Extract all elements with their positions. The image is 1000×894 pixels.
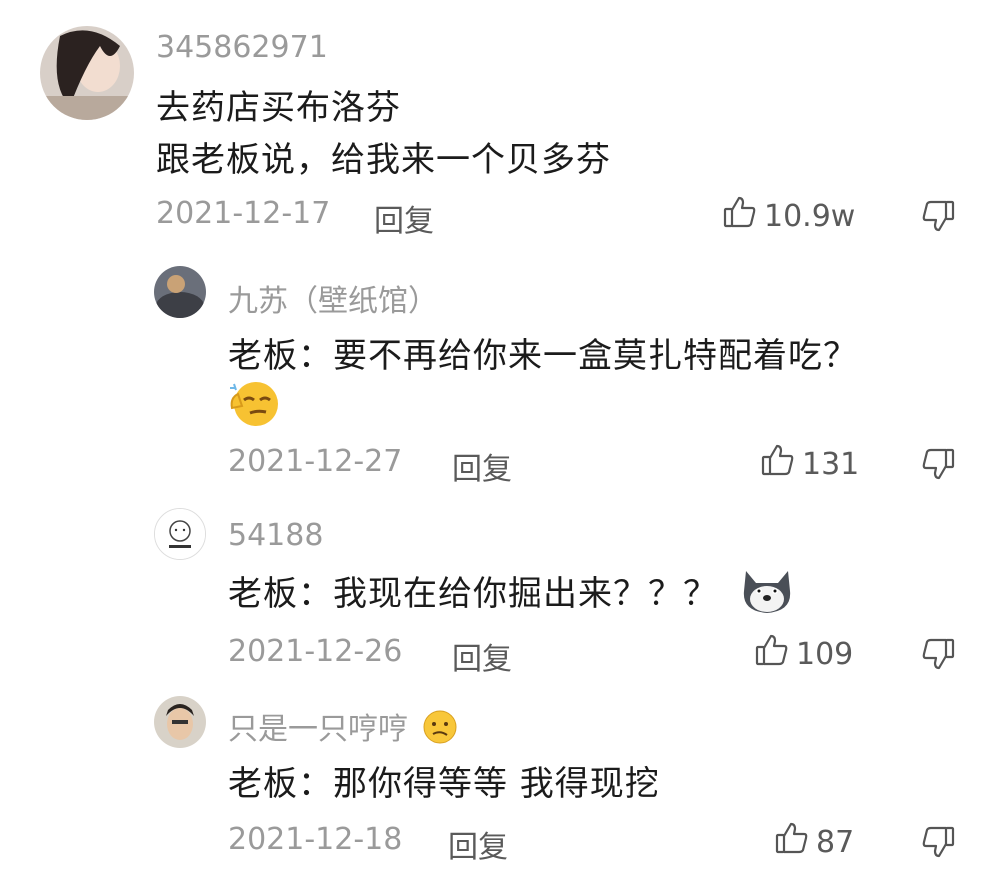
like-button[interactable]: 131	[760, 442, 859, 486]
comment-date: 2021-12-17	[156, 196, 331, 231]
comment-text: 去药店买布洛芬	[156, 88, 401, 128]
thumbs-down-icon	[920, 200, 956, 238]
comment-text: 老板：要不再给你来一盒莫扎特配着吃？	[228, 336, 858, 376]
username[interactable]: 只是一只哼哼	[228, 704, 458, 753]
username[interactable]: 54188	[228, 518, 323, 553]
username-text: 只是一只哼哼	[228, 712, 408, 747]
avatar[interactable]	[154, 266, 206, 318]
comment-item: 345862971 去药店买布洛芬 跟老板说，给我来一个贝多芬 2021-12-…	[0, 0, 1000, 250]
reply-item: 只是一只哼哼 老板：那你得等等 我得现挖 2021-12-18 回复 87	[0, 690, 1000, 894]
reply-button[interactable]: 回复	[448, 822, 508, 866]
like-count: 131	[802, 446, 860, 482]
confused-emoji	[422, 709, 458, 753]
like-button[interactable]: 10.9w	[722, 194, 855, 238]
thumbs-down-icon	[920, 448, 956, 486]
reply-button[interactable]: 回复	[374, 196, 434, 240]
thumbs-up-icon	[774, 820, 810, 864]
dislike-button[interactable]	[920, 446, 956, 486]
comment-text-body: 老板：我现在给你掘出来？？？	[228, 574, 718, 614]
like-button[interactable]: 87	[774, 820, 854, 864]
comment-date: 2021-12-18	[228, 822, 403, 857]
thumbs-down-icon	[920, 638, 956, 676]
thumbs-up-icon	[754, 632, 790, 676]
dislike-button[interactable]	[920, 636, 956, 676]
reply-item: 54188 老板：我现在给你掘出来？？？ 2021-12-26 回复 109	[0, 500, 1000, 690]
comment-text: 老板：那你得等等 我得现挖	[228, 764, 660, 804]
like-button[interactable]: 109	[754, 632, 853, 676]
comment-date: 2021-12-27	[228, 444, 403, 479]
smirk-emoji	[228, 378, 280, 430]
thumbs-up-icon	[760, 442, 796, 486]
like-count: 87	[816, 824, 855, 860]
dislike-button[interactable]	[920, 198, 956, 238]
thumbs-up-icon	[722, 194, 758, 238]
reply-button[interactable]: 回复	[452, 634, 512, 678]
avatar[interactable]	[154, 508, 206, 560]
like-count: 109	[796, 636, 854, 672]
dislike-button[interactable]	[920, 824, 956, 864]
like-count: 10.9w	[764, 198, 856, 234]
reply-button[interactable]: 回复	[452, 444, 512, 488]
comment-date: 2021-12-26	[228, 634, 403, 669]
username[interactable]: 九苏（壁纸馆）	[228, 276, 438, 320]
comment-text: 跟老板说，给我来一个贝多芬	[156, 140, 611, 180]
thumbs-down-icon	[920, 826, 956, 864]
doge-emoji	[740, 567, 794, 624]
comment-text: 老板：我现在给你掘出来？？？	[228, 566, 794, 624]
avatar[interactable]	[40, 26, 134, 120]
reply-item: 九苏（壁纸馆） 老板：要不再给你来一盒莫扎特配着吃？ 2021-12-27 回复…	[0, 250, 1000, 500]
username[interactable]: 345862971	[156, 30, 328, 65]
avatar[interactable]	[154, 696, 206, 748]
